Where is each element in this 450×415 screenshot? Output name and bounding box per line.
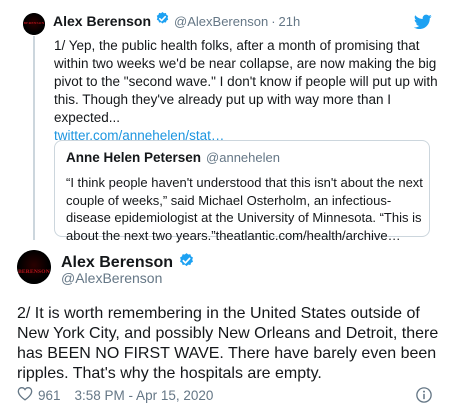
quoted-author-handle[interactable]: @annehelen [206,150,280,165]
verified-badge-icon [155,11,170,31]
separator-dot: · [271,13,276,29]
avatar-background [17,250,51,284]
tweet-timestamp[interactable]: 3:58 PM - Apr 15, 2020 [75,388,214,403]
parent-author-avatar[interactable]: BERENSON [23,13,45,35]
main-tweet-text: 2/ It is worth remembering in the United… [17,305,439,382]
avatar-logo-text: BERENSON [18,269,50,275]
avatar-logo-text: BERENSON [23,21,45,25]
twitter-bird-icon[interactable] [414,14,432,30]
parent-author-name[interactable]: Alex Berenson [53,13,151,29]
parent-tweet-text: 1/ Yep, the public health folks, after a… [54,37,439,145]
quoted-tweet-header: Anne Helen Petersen @annehelen [66,150,280,165]
parent-author-handle[interactable]: @AlexBerenson [174,14,268,29]
main-author-avatar[interactable]: BERENSON [17,250,51,284]
like-count[interactable]: 961 [38,388,61,403]
verified-badge-icon [178,252,195,274]
thread-line [33,36,35,240]
info-icon[interactable] [415,386,433,404]
main-author-handle[interactable]: @AlexBerenson [61,270,162,286]
tweet-card: BERENSON Alex Berenson @AlexBerenson · 2… [0,0,450,415]
quoted-author-name[interactable]: Anne Helen Petersen [66,150,201,165]
quoted-tweet-text: “I think people haven't understood that … [66,175,423,243]
heart-icon[interactable] [17,386,33,404]
parent-tweet-time[interactable]: 21h [279,14,301,29]
tweet-meta-row: 961 3:58 PM - Apr 15, 2020 [17,386,213,404]
parent-tweet-header: Alex Berenson @AlexBerenson · 21h [53,11,301,31]
quoted-tweet[interactable]: Anne Helen Petersen @annehelen “I think … [54,140,430,243]
parent-tweet-body: 1/ Yep, the public health folks, after a… [54,38,438,125]
